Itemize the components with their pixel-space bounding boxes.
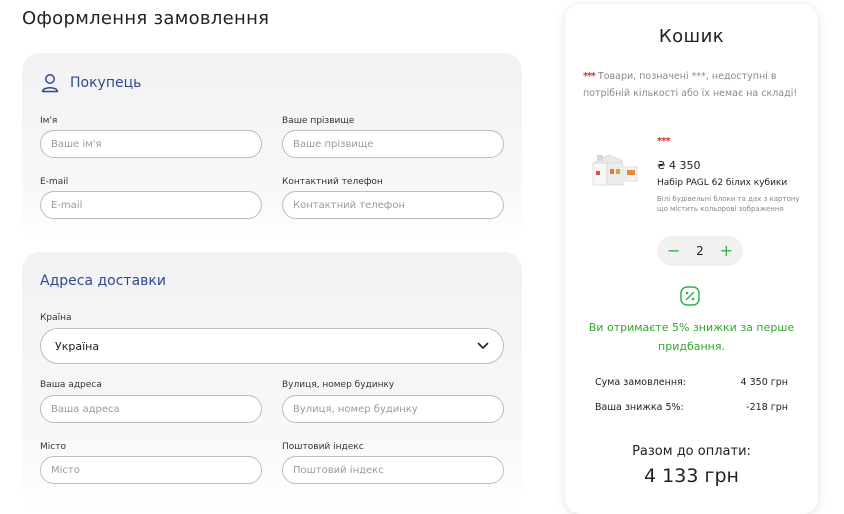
first-purchase-discount-text: Ви отримаєте 5% знижки за перше придбанн… bbox=[588, 321, 795, 353]
your-address-input[interactable] bbox=[40, 395, 262, 423]
product-name[interactable]: Набір PAGL 62 білих кубики bbox=[657, 178, 807, 188]
product-unavailable-stars: *** bbox=[657, 136, 671, 147]
street-label: Вулиця, номер будинку bbox=[282, 380, 395, 390]
availability-notice: *** Товари, позначені ***, недоступні в … bbox=[583, 68, 798, 102]
decrease-quantity-button[interactable]: − bbox=[667, 243, 680, 259]
postal-code-input[interactable] bbox=[282, 456, 504, 484]
chevron-down-icon bbox=[477, 342, 489, 349]
product-price: ₴ 4 350 bbox=[657, 159, 701, 172]
discount-row: Ваша знижка 5%: -218 грн bbox=[595, 402, 788, 413]
discount-label: Ваша знижка 5%: bbox=[595, 402, 684, 413]
quantity-stepper: − 2 + bbox=[657, 236, 743, 266]
phone-input[interactable] bbox=[282, 191, 504, 219]
postal-code-label: Поштовий індекс bbox=[282, 442, 364, 452]
address-section-title: Адреса доставки bbox=[40, 273, 166, 289]
total-value: 4 133 грн bbox=[644, 465, 739, 487]
total-label: Разом до оплати: bbox=[632, 444, 751, 459]
cart-title: Кошик bbox=[658, 26, 725, 47]
last-name-input[interactable] bbox=[282, 130, 504, 158]
delivery-address-section: Адреса доставки Країна Україна Ваша адре… bbox=[22, 252, 522, 512]
notice-text: Товари, позначені ***, недоступні в потр… bbox=[583, 71, 798, 99]
discount-value: -218 грн bbox=[746, 402, 788, 413]
phone-label: Контактний телефон bbox=[282, 177, 383, 187]
first-name-input[interactable] bbox=[40, 130, 262, 158]
buyer-section: Покупець Ім'я Ваше прізвище E-mail Конта… bbox=[22, 53, 522, 243]
country-value: Україна bbox=[55, 339, 100, 353]
buyer-title-label: Покупець bbox=[70, 75, 142, 91]
order-sum-row: Сума замовлення: 4 350 грн bbox=[595, 377, 788, 388]
discount-percent-icon bbox=[680, 286, 700, 306]
product-description: Білі будівельні блоки та дах з картону щ… bbox=[657, 195, 800, 213]
first-name-label: Ім'я bbox=[40, 116, 58, 126]
cart-panel: Кошик *** Товари, позначені ***, недосту… bbox=[565, 4, 818, 514]
city-input[interactable] bbox=[40, 456, 262, 484]
quantity-value: 2 bbox=[696, 244, 704, 258]
last-name-label: Ваше прізвище bbox=[282, 116, 355, 126]
email-input[interactable] bbox=[40, 191, 262, 219]
country-label: Країна bbox=[40, 313, 72, 323]
increase-quantity-button[interactable]: + bbox=[720, 243, 733, 259]
product-image bbox=[587, 147, 643, 191]
country-select[interactable]: Україна bbox=[40, 328, 504, 364]
user-icon bbox=[41, 74, 59, 93]
email-label: E-mail bbox=[40, 177, 69, 187]
page-title: Оформлення замовлення bbox=[22, 8, 270, 29]
city-label: Місто bbox=[40, 442, 66, 452]
order-sum-value: 4 350 грн bbox=[740, 377, 788, 388]
your-address-label: Ваша адреса bbox=[40, 380, 102, 390]
buyer-section-title: Покупець bbox=[40, 73, 141, 93]
notice-stars: *** bbox=[583, 71, 596, 82]
street-input[interactable] bbox=[282, 395, 504, 423]
order-sum-label: Сума замовлення: bbox=[595, 377, 686, 388]
